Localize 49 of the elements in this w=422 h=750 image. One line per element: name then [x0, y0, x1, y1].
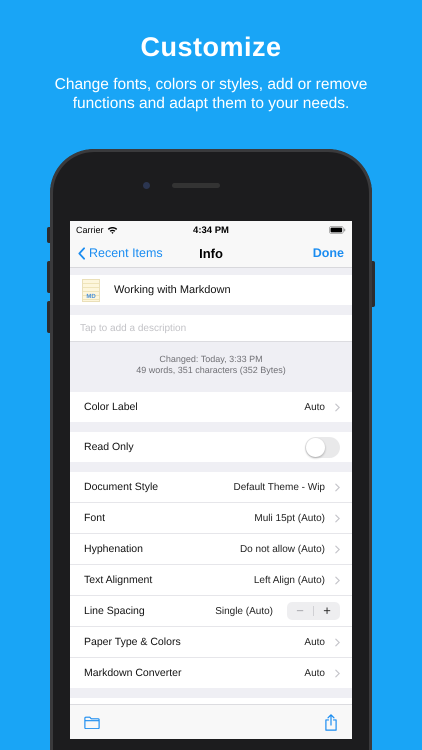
setting-label: Document Style — [84, 481, 160, 493]
chevron-right-icon — [335, 638, 340, 646]
toggle-switch[interactable] — [305, 436, 340, 458]
share-icon[interactable] — [324, 714, 338, 730]
settings-row[interactable]: Font Muli 15pt (Auto) — [70, 503, 352, 534]
subtitle: Change fonts, colors or styles, add or remove functions and adapt them to your needs. — [54, 75, 368, 113]
setting-value: Single (Auto) — [215, 606, 273, 616]
description-field[interactable]: Tap to add a description — [70, 315, 352, 341]
setting-value: Muli 15pt (Auto) — [254, 512, 325, 524]
headline: Customize — [140, 31, 282, 63]
settings-row[interactable]: Markdown Converter Auto — [70, 658, 352, 688]
wifi-icon — [106, 226, 118, 234]
setting-label: Markdown Converter — [84, 667, 182, 679]
setting-value: Do not allow (Auto) — [240, 544, 325, 554]
camera-dot — [142, 182, 150, 188]
setting-value: Auto — [304, 668, 325, 678]
setting-value: Default Theme - Wip — [233, 482, 325, 492]
setting-value: Auto — [304, 636, 325, 648]
settings-row[interactable]: Text Alignment Left Align (Auto) — [70, 565, 352, 596]
setting-label: Read Only — [84, 441, 135, 453]
document-name: Working with Markdown — [114, 284, 231, 296]
setting-label: Font — [84, 512, 106, 524]
setting-label: Paper Type & Colors — [84, 636, 182, 648]
chevron-right-icon — [335, 482, 340, 492]
setting-label: Hyphenation — [84, 543, 144, 555]
chevron-right-icon — [335, 402, 340, 412]
setting-label: Color Label — [84, 401, 139, 413]
settings-row[interactable]: Paper Type & Colors Auto — [70, 627, 352, 658]
settings-row[interactable]: Color Label Auto — [70, 392, 352, 422]
speaker-slot — [172, 182, 220, 188]
setting-value: Left Align (Auto) — [254, 574, 325, 586]
setting-label: Text Alignment — [84, 574, 154, 586]
info-text: Changed: Today, 3:33 PM — [159, 354, 263, 365]
folder-icon[interactable] — [84, 716, 100, 728]
setting-label: Line Spacing — [84, 605, 146, 617]
clock-time: 4:34 PM — [193, 224, 229, 236]
settings-row[interactable]: Document Style Default Theme - Wip — [70, 472, 352, 503]
battery-icon — [329, 226, 346, 234]
chevron-right-icon — [335, 544, 340, 554]
chevron-right-icon — [335, 576, 340, 584]
setting-value: Auto — [304, 402, 325, 412]
increment-button[interactable]: + — [314, 602, 340, 620]
settings-row[interactable]: Hyphenation Do not allow (Auto) — [70, 534, 352, 565]
chevron-left-icon — [78, 246, 85, 260]
chevron-right-icon — [335, 668, 340, 678]
chevron-right-icon — [335, 514, 340, 522]
info-text: 49 words, 351 characters (352 Bytes) — [136, 365, 286, 376]
screen-title: Info — [199, 246, 223, 260]
carrier-label: Carrier — [76, 225, 104, 235]
